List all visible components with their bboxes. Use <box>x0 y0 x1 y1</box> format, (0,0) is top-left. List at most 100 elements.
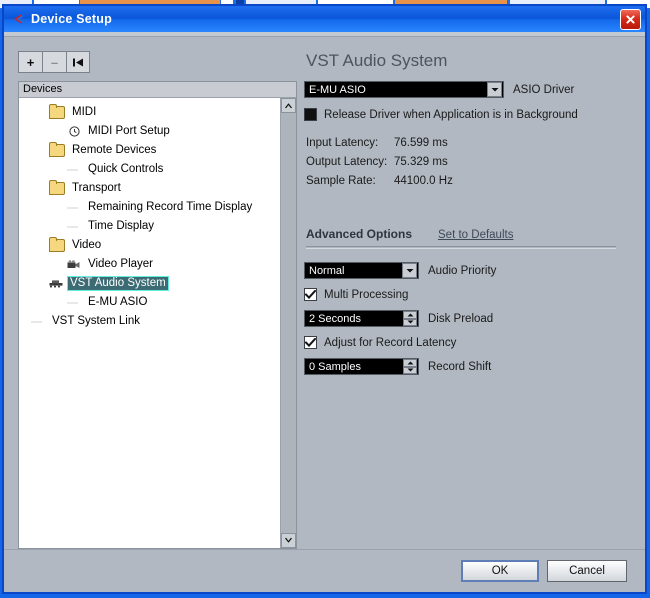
tree-line-connector <box>67 221 81 233</box>
asio-driver-row: E-MU ASIO ASIO Driver <box>304 81 634 98</box>
folder-icon <box>49 180 65 195</box>
release-driver-row: Release Driver when Application is in Ba… <box>304 108 634 121</box>
advanced-options-divider <box>306 246 616 249</box>
disk-preload-stepper[interactable]: 2 Seconds <box>304 310 419 327</box>
chevron-down-icon[interactable] <box>487 82 502 97</box>
device-setup-dialog: Device Setup + – Devices MIDI MIDI Port S… <box>2 4 647 594</box>
record-shift-value: 0 Samples <box>309 360 361 373</box>
latency-info-block: Input Latency: 76.599 ms Output Latency: 75… <box>306 137 634 187</box>
tree-item-label: Transport <box>72 182 121 194</box>
tree-item-vst-audio-system[interactable]: VST Audio System <box>19 274 280 293</box>
info-key: Output Latency: <box>306 156 388 168</box>
page-title: VST Audio System <box>306 51 448 70</box>
scroll-down-icon[interactable] <box>281 533 296 548</box>
tree-item-label: VST System Link <box>52 315 140 327</box>
tree-item-midi-port-setup[interactable]: MIDI Port Setup <box>19 122 280 141</box>
set-to-defaults-link[interactable]: Set to Defaults <box>438 229 513 241</box>
release-driver-label: Release Driver when Application is in Ba… <box>324 108 578 121</box>
asio-driver-label: ASIO Driver <box>513 83 575 96</box>
tree-vertical-scrollbar[interactable] <box>280 98 296 548</box>
tree-item-label: Time Display <box>88 220 155 232</box>
record-shift-row: 0 Samples Record Shift <box>304 358 634 375</box>
devices-tree-panel: Devices MIDI MIDI Port Setup Remote Device… <box>18 81 297 549</box>
tree-item-remote-devices[interactable]: Remote Devices <box>19 141 280 160</box>
info-value: 44100.0 Hz <box>394 175 453 187</box>
dialog-footer: OK Cancel <box>4 549 645 592</box>
tree-item-midi[interactable]: MIDI <box>19 103 280 122</box>
advanced-options-header: Advanced Options Set to Defaults <box>306 227 634 241</box>
info-value: 76.599 ms <box>394 137 448 149</box>
tree-item-remaining-record-time-display[interactable]: Remaining Record Time Display <box>19 198 280 217</box>
tree-item-label: MIDI <box>72 106 97 118</box>
tree-item-label: Remaining Record Time Display <box>88 201 253 213</box>
spin-up-icon[interactable] <box>403 359 417 367</box>
record-shift-spin-buttons[interactable] <box>403 359 417 374</box>
tree-line-connector <box>31 316 45 328</box>
window-title: Device Setup <box>31 12 112 26</box>
reset-device-button[interactable] <box>66 51 90 73</box>
record-shift-stepper[interactable]: 0 Samples <box>304 358 419 375</box>
devices-tree-list[interactable]: MIDI MIDI Port Setup Remote Devices Quick C… <box>19 98 280 548</box>
disk-preload-spin-buttons[interactable] <box>403 311 417 326</box>
settings-pane: VST Audio System E-MU ASIO ASIO Driver R… <box>304 51 634 382</box>
tree-item-label: VST Audio System <box>67 276 169 291</box>
tree-item-label: Quick Controls <box>88 163 164 175</box>
multi-processing-checkbox[interactable] <box>304 288 317 301</box>
cancel-button[interactable]: Cancel <box>547 560 627 582</box>
devices-tree-area: MIDI MIDI Port Setup Remote Devices Quick C… <box>19 98 296 548</box>
cubase-logo-icon <box>10 12 25 27</box>
audio-priority-value: Normal <box>309 264 345 277</box>
soundcard-icon <box>49 278 63 290</box>
devices-tree-header: Devices <box>19 82 296 98</box>
info-row: Output Latency: 75.329 ms <box>306 156 634 168</box>
ok-button[interactable]: OK <box>461 560 539 582</box>
tree-item-label: MIDI Port Setup <box>88 125 170 137</box>
tree-item-time-display[interactable]: Time Display <box>19 217 280 236</box>
audio-priority-label: Audio Priority <box>428 264 497 277</box>
tree-line-connector <box>67 164 81 176</box>
camera-icon <box>67 259 81 271</box>
tree-item-transport[interactable]: Transport <box>19 179 280 198</box>
close-icon[interactable] <box>620 8 641 30</box>
clock-icon <box>67 126 81 138</box>
add-device-button[interactable]: + <box>18 51 42 73</box>
tree-item-label: Video Player <box>88 258 153 270</box>
chevron-down-icon[interactable] <box>402 263 417 278</box>
tree-line-connector <box>67 297 81 309</box>
disk-preload-label: Disk Preload <box>428 312 494 325</box>
spin-down-icon[interactable] <box>403 318 417 326</box>
tree-item-e-mu-asio[interactable]: E-MU ASIO <box>19 293 280 312</box>
spin-up-icon[interactable] <box>403 311 417 319</box>
adjust-record-latency-row: Adjust for Record Latency <box>304 336 634 349</box>
info-row: Input Latency: 76.599 ms <box>306 137 634 149</box>
disk-preload-row: 2 Seconds Disk Preload <box>304 310 634 327</box>
remove-device-button[interactable]: – <box>42 51 66 73</box>
tree-item-video-player[interactable]: Video Player <box>19 255 280 274</box>
spin-down-icon[interactable] <box>403 366 417 374</box>
audio-priority-select[interactable]: Normal <box>304 262 419 279</box>
tree-item-vst-system-link[interactable]: VST System Link <box>19 312 280 331</box>
tree-line-connector <box>67 202 81 214</box>
info-key: Sample Rate: <box>306 175 376 187</box>
advanced-options-title: Advanced Options <box>306 227 413 241</box>
title-bar: Device Setup <box>4 6 645 32</box>
scroll-up-icon[interactable] <box>281 98 296 113</box>
audio-priority-row: Normal Audio Priority <box>304 262 634 279</box>
tree-item-label: Remote Devices <box>72 144 157 156</box>
folder-icon <box>49 237 65 252</box>
dialog-body: + – Devices MIDI MIDI Port Setup Remote De… <box>4 37 645 587</box>
asio-driver-select[interactable]: E-MU ASIO <box>304 81 504 98</box>
tree-item-video[interactable]: Video <box>19 236 280 255</box>
device-toolbar: + – <box>18 51 90 73</box>
adjust-record-latency-label: Adjust for Record Latency <box>324 336 457 349</box>
info-row: Sample Rate: 44100.0 Hz <box>306 175 634 187</box>
adjust-record-latency-checkbox[interactable] <box>304 336 317 349</box>
folder-icon <box>49 142 65 157</box>
info-value: 75.329 ms <box>394 156 448 168</box>
disk-preload-value: 2 Seconds <box>309 312 361 325</box>
tree-item-quick-controls[interactable]: Quick Controls <box>19 160 280 179</box>
record-shift-label: Record Shift <box>428 360 492 373</box>
tree-scroll-track[interactable] <box>281 113 296 533</box>
release-driver-checkbox[interactable] <box>304 108 317 121</box>
multi-processing-label: Multi Processing <box>324 288 409 301</box>
